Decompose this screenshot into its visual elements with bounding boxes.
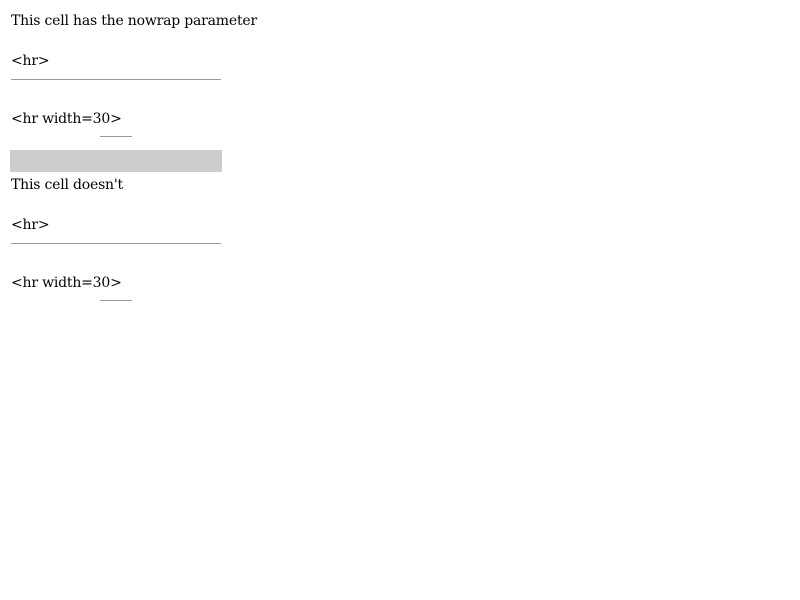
nowrap-cell-short-rule	[100, 136, 132, 137]
nowrap-cell-hr-width-label: <hr width=30>	[11, 111, 122, 127]
wrap-cell-horizontal-rule	[11, 243, 221, 244]
gray-separator-cell	[10, 150, 222, 172]
wrap-cell-heading: This cell doesn't	[11, 177, 123, 193]
nowrap-cell-hr-label: <hr>	[11, 53, 50, 69]
wrap-cell-short-rule	[100, 300, 132, 301]
wrap-cell-hr-label: <hr>	[11, 217, 50, 233]
nowrap-cell-horizontal-rule	[11, 79, 221, 80]
nowrap-cell-heading: This cell has the nowrap parameter	[11, 13, 257, 29]
wrap-cell-hr-width-label: <hr width=30>	[11, 275, 122, 291]
